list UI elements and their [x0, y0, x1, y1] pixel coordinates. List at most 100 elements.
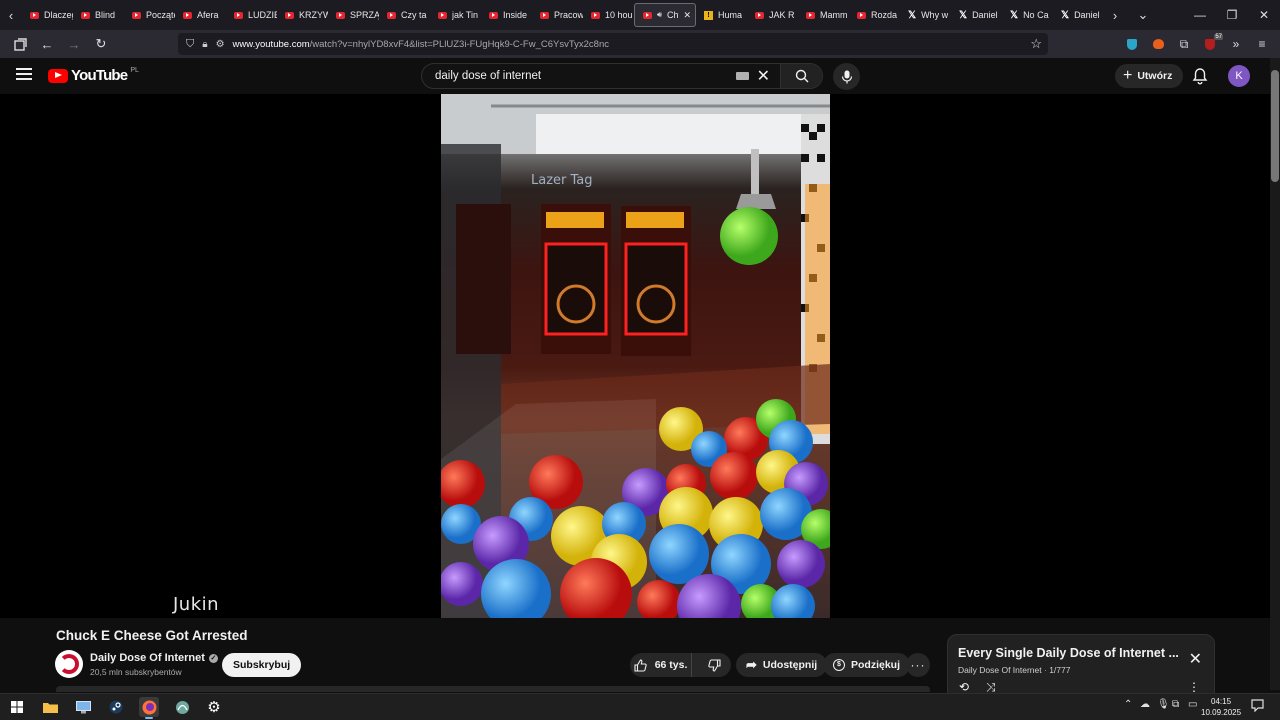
search-input[interactable] [422, 70, 736, 82]
browser-tab[interactable]: LUDZIE [226, 0, 277, 30]
forward-icon[interactable]: → [62, 32, 86, 56]
browser-tab[interactable]: 10 hou [583, 0, 634, 30]
x-favicon-icon: 𝕏 [1061, 9, 1070, 21]
youtube-favicon-icon [387, 11, 396, 19]
system-clock[interactable]: 04:15 10.09.2025 [1201, 696, 1241, 718]
keyboard-icon[interactable] [735, 72, 749, 80]
more-actions-icon[interactable]: ··· [906, 653, 930, 677]
youtube-favicon-icon [438, 11, 447, 19]
lock-icon[interactable]: 🔒︎ [202, 39, 207, 50]
ublock-extension-icon[interactable]: 57 [1200, 32, 1223, 56]
extensions-puzzle-icon[interactable]: ⧉ [1174, 32, 1194, 56]
browser-tab[interactable]: jak Tin [430, 0, 481, 30]
x-favicon-icon: 𝕏 [908, 9, 917, 21]
windows-start-icon[interactable] [7, 697, 27, 717]
voice-search-button[interactable] [833, 63, 860, 90]
channel-name[interactable]: Daily Dose Of Internet ✓ [90, 652, 218, 664]
permissions-icon[interactable]: ⚙ [216, 39, 225, 50]
search-button[interactable] [780, 64, 822, 88]
guide-menu-icon[interactable] [16, 68, 32, 82]
like-button[interactable]: 66 tys. [630, 653, 693, 677]
description-box[interactable] [56, 686, 930, 692]
browser-tab[interactable]: 𝕏 No Ca [1002, 0, 1053, 30]
page-scrollbar[interactable] [1270, 58, 1280, 690]
overflow-chevron-icon[interactable]: » [1226, 32, 1246, 56]
tab-audio-icon[interactable]: 🔊︎ [657, 10, 662, 20]
onedrive-cloud-icon[interactable]: ☁ [1140, 699, 1150, 710]
thanks-button[interactable]: $ Podziękuj [823, 653, 911, 677]
video-player[interactable]: Lazer Tag Jukin [0, 94, 1270, 618]
app-menu-icon[interactable]: ≡ [1252, 32, 1272, 56]
tab-label: JAK R [769, 10, 795, 20]
browser-tab[interactable]: SPRZĄ [328, 0, 379, 30]
channel-avatar[interactable] [55, 650, 83, 678]
browser-tab[interactable]: 𝕏 Daniel [1053, 0, 1104, 30]
address-bar[interactable]: ⛉ 🔒︎ ⚙ www.youtube.com/watch?v=nhylYD8xv… [178, 33, 1048, 55]
share-button[interactable]: ➦ Udostępnij [736, 653, 828, 677]
browser-tab[interactable]: ! Huma [696, 0, 747, 30]
create-button[interactable]: + Utwórz [1115, 64, 1184, 88]
subscribe-button[interactable]: Subskrybuj [222, 653, 302, 677]
playlist-more-icon[interactable]: ⋮ [1188, 680, 1200, 694]
youtube-logo[interactable]: YouTube PL [48, 67, 139, 84]
search-icon [795, 69, 808, 83]
browser-tab[interactable]: Pracow [532, 0, 583, 30]
youtube-favicon-icon [857, 11, 866, 19]
notifications-bell-icon[interactable] [1191, 67, 1209, 85]
browser-tab[interactable]: Mamm [798, 0, 849, 30]
reload-icon[interactable]: ↻ [89, 32, 113, 56]
copilot-app-icon[interactable] [172, 697, 192, 717]
tab-label: Pracow [554, 10, 583, 20]
shield-extension-icon[interactable] [1122, 32, 1142, 56]
firefox-icon[interactable] [139, 697, 159, 719]
restore-icon[interactable]: ❐ [1216, 0, 1248, 30]
tab-label: Dlaczego [44, 10, 73, 20]
account-avatar[interactable]: K [1228, 65, 1250, 87]
close-playlist-icon[interactable]: ✕ [1189, 649, 1202, 669]
browser-tab[interactable]: Czy ta [379, 0, 430, 30]
close-window-icon[interactable]: ✕ [1248, 0, 1280, 30]
tab-scroll-left-icon[interactable]: ‹ [0, 0, 22, 30]
my-computer-icon[interactable] [73, 697, 93, 717]
tab-scroll-right-icon[interactable]: › [1104, 0, 1126, 30]
screen-share-tray-icon[interactable]: ⧉ [1172, 699, 1179, 710]
browser-tab[interactable]: Początek [124, 0, 175, 30]
notification-center-icon[interactable] [1251, 699, 1265, 713]
bookmark-star-icon[interactable]: ☆ [1030, 36, 1042, 52]
playlist-title[interactable]: Every Single Daily Dose of Internet ... [958, 646, 1179, 660]
clear-search-icon[interactable]: ✕ [757, 66, 770, 86]
tab-list: Dlaczego Blind Początek Afera LUDZIE KRZYW SPR… [22, 0, 1104, 30]
browser-tab[interactable]: Inside [481, 0, 532, 30]
browser-tab[interactable]: Afera [175, 0, 226, 30]
browser-tab[interactable]: 𝕏 Daniel [951, 0, 1002, 30]
scrollbar-thumb[interactable] [1271, 70, 1279, 182]
loop-playlist-icon[interactable]: ⟲ [959, 680, 969, 694]
tab-view-icon[interactable] [8, 32, 32, 56]
network-tray-icon[interactable]: ▭ [1188, 699, 1197, 710]
microphone-tray-icon[interactable]: 🎙︎ [1157, 699, 1170, 710]
create-label: Utwórz [1137, 70, 1173, 82]
dislike-button[interactable] [698, 653, 731, 677]
youtube-header: YouTube PL ✕ + Utwórz K [0, 58, 1270, 94]
browser-tab[interactable]: Rozda [849, 0, 900, 30]
settings-gear-icon[interactable]: ⚙ [204, 697, 224, 717]
browser-tab[interactable]: Dlaczego [22, 0, 73, 30]
close-tab-icon[interactable]: ✕ [683, 10, 691, 21]
steam-icon[interactable] [106, 697, 126, 717]
browser-tab[interactable]: KRZYW [277, 0, 328, 30]
browser-tab[interactable]: 𝕏 Why w [900, 0, 951, 30]
back-icon[interactable]: ← [35, 32, 59, 56]
browser-toolbar: ← → ↻ ⛉ 🔒︎ ⚙ www.youtube.com/watch?v=nhy… [0, 30, 1280, 58]
browser-tab[interactable]: 🔊︎ Chu ✕ [634, 3, 696, 27]
playlist-channel[interactable]: Daily Dose Of Internet [958, 665, 1042, 675]
minimize-icon[interactable]: — [1184, 0, 1216, 30]
browser-tab[interactable]: JAK R [747, 0, 798, 30]
video-frame[interactable]: Lazer Tag [441, 94, 830, 618]
file-explorer-icon[interactable] [40, 697, 60, 717]
youtube-favicon-icon [643, 11, 652, 19]
fox-extension-icon[interactable] [1148, 32, 1168, 56]
browser-tab[interactable]: Blind [73, 0, 124, 30]
show-hidden-icons-icon[interactable]: ⌃ [1124, 699, 1132, 710]
tab-list-dropdown-icon[interactable]: ⌄ [1132, 0, 1154, 30]
tracking-protection-icon[interactable]: ⛉ [186, 38, 194, 51]
